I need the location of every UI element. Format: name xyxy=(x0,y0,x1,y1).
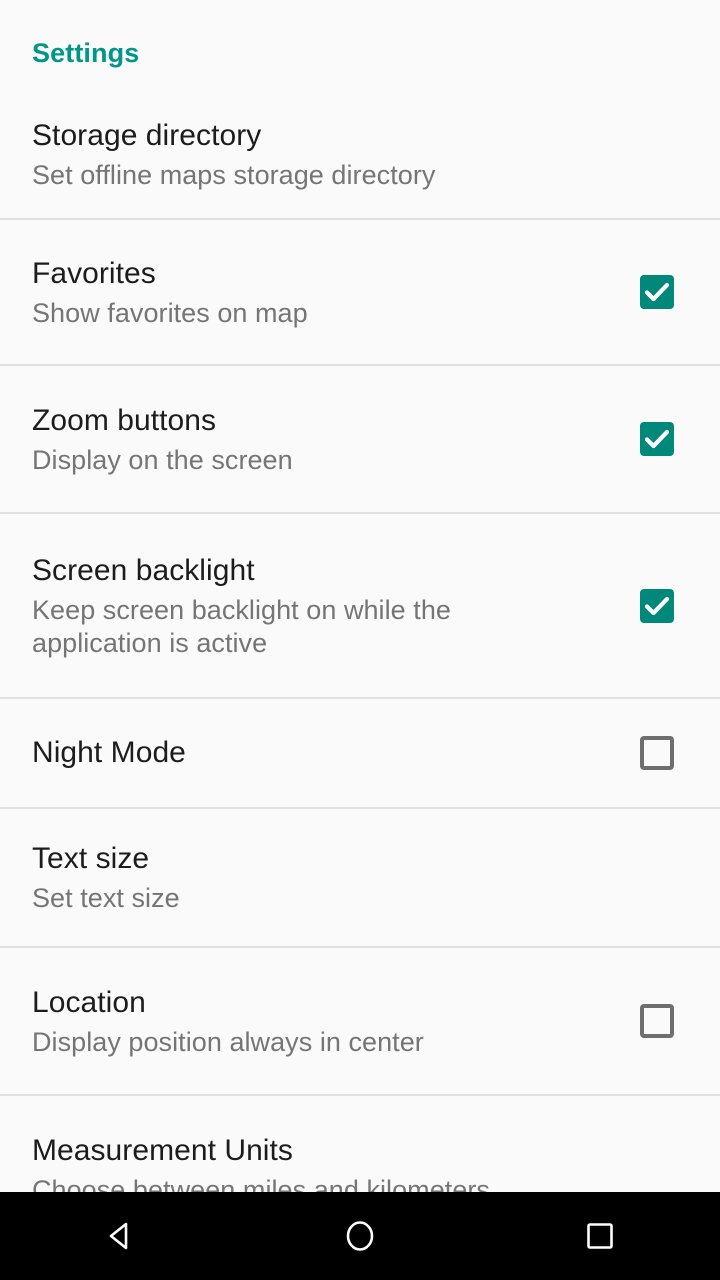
recents-square-icon xyxy=(587,1223,613,1249)
pref-summary-favorites: Show favorites on map xyxy=(32,297,308,328)
pref-row-screen-backlight[interactable]: Screen backlight Keep screen backlight o… xyxy=(0,514,720,697)
nav-recents-button[interactable] xyxy=(530,1192,670,1280)
pref-text-block: Location Display position always in cent… xyxy=(32,984,640,1059)
checkbox-location[interactable] xyxy=(640,1004,674,1038)
pref-row-location[interactable]: Location Display position always in cent… xyxy=(0,948,720,1094)
settings-screen: Settings Storage directory Set offline m… xyxy=(0,0,720,1280)
nav-back-button[interactable] xyxy=(50,1192,190,1280)
pref-row-zoom-buttons[interactable]: Zoom buttons Display on the screen xyxy=(0,366,720,512)
checkbox-unchecked-icon[interactable] xyxy=(640,1004,674,1038)
pref-title-zoom-buttons: Zoom buttons xyxy=(32,403,217,437)
pref-summary-measurement-units: Choose between miles and kilometers xyxy=(32,1174,490,1193)
pref-summary-zoom-buttons: Display on the screen xyxy=(32,444,293,475)
pref-text-block: Zoom buttons Display on the screen xyxy=(32,402,640,477)
pref-text-block: Night Mode xyxy=(32,734,640,772)
checkbox-favorites[interactable] xyxy=(640,275,674,309)
pref-text-block: Text size Set text size xyxy=(32,840,688,915)
pref-summary-screen-backlight: Keep screen backlight on while the appli… xyxy=(32,594,451,658)
pref-title-text-size: Text size xyxy=(32,842,150,875)
android-navigation-bar xyxy=(0,1192,720,1280)
pref-text-block: Favorites Show favorites on map xyxy=(32,255,640,330)
pref-row-text-size[interactable]: Text size Set text size xyxy=(0,809,720,946)
section-title: Settings xyxy=(32,38,140,68)
back-triangle-icon xyxy=(109,1222,128,1250)
pref-row-night-mode[interactable]: Night Mode xyxy=(0,699,720,807)
pref-text-block: Measurement Units Choose between miles a… xyxy=(32,1132,688,1193)
section-header-settings: Settings xyxy=(0,0,720,90)
checkbox-checked-icon[interactable] xyxy=(640,422,674,456)
checkbox-unchecked-icon[interactable] xyxy=(640,736,674,770)
checkbox-zoom-buttons[interactable] xyxy=(640,422,674,456)
pref-row-favorites[interactable]: Favorites Show favorites on map xyxy=(0,220,720,364)
checkbox-checked-icon[interactable] xyxy=(640,275,674,309)
pref-title-screen-backlight: Screen backlight xyxy=(32,553,255,587)
nav-home-button[interactable] xyxy=(290,1192,430,1280)
pref-text-block: Screen backlight Keep screen backlight o… xyxy=(32,552,640,660)
pref-row-measurement-units[interactable]: Measurement Units Choose between miles a… xyxy=(0,1096,720,1192)
settings-preference-list[interactable]: Settings Storage directory Set offline m… xyxy=(0,0,720,1192)
pref-title-location: Location xyxy=(32,985,146,1019)
pref-text-block: Storage directory Set offline maps stora… xyxy=(32,117,688,192)
pref-title-storage-directory: Storage directory xyxy=(32,118,262,152)
checkbox-screen-backlight[interactable] xyxy=(640,588,674,623)
checkbox-checked-icon[interactable] xyxy=(640,588,674,623)
checkbox-night-mode[interactable] xyxy=(640,736,674,770)
pref-summary-location: Display position always in center xyxy=(32,1026,424,1057)
home-circle-icon xyxy=(346,1221,374,1251)
pref-title-night-mode: Night Mode xyxy=(32,736,186,769)
pref-summary-text-size: Set text size xyxy=(32,883,180,913)
pref-title-measurement-units: Measurement Units xyxy=(32,1133,293,1167)
pref-summary-storage-directory: Set offline maps storage directory xyxy=(32,159,436,190)
pref-row-storage-directory[interactable]: Storage directory Set offline maps stora… xyxy=(0,90,720,218)
pref-title-favorites: Favorites xyxy=(32,256,156,290)
